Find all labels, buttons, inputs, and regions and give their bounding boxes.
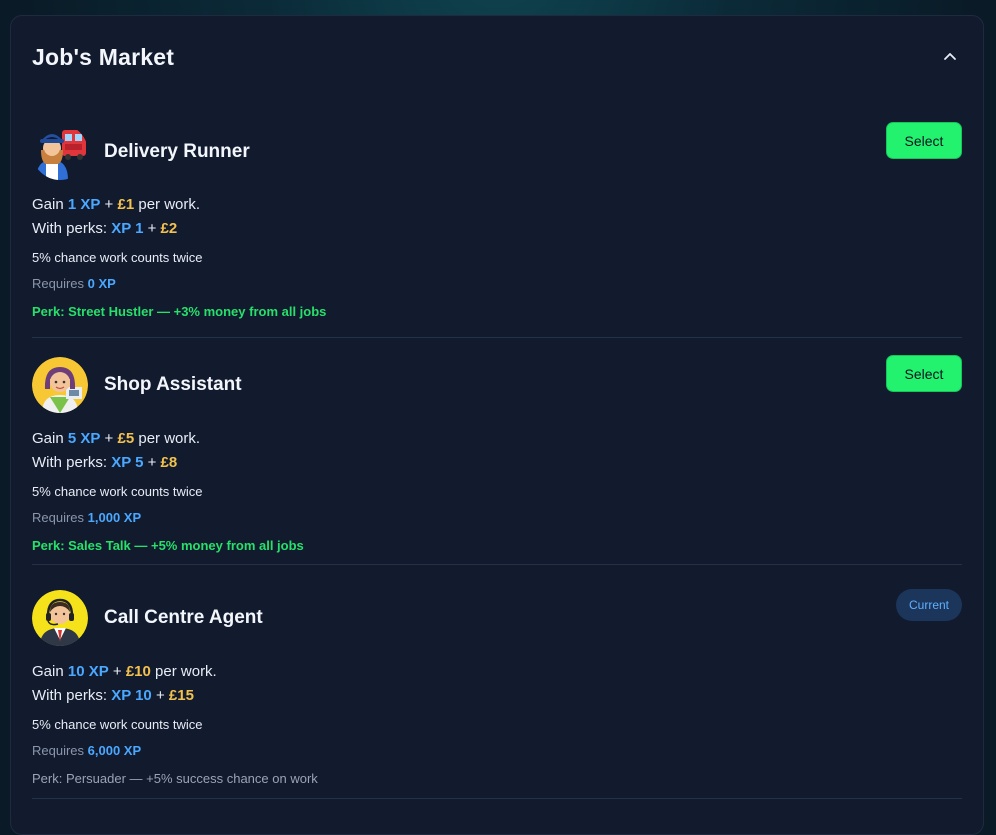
job-title: Delivery Runner (104, 141, 250, 162)
perks-xp: XP 10 (111, 687, 152, 704)
requires-label: Requires (32, 743, 88, 758)
gain-xp: 1 XP (67, 196, 101, 213)
gain-suffix: per work. (134, 430, 201, 447)
perks-money: £15 (168, 687, 194, 704)
perks-label: With perks: (32, 220, 112, 237)
gain-money: £5 (117, 430, 135, 447)
jobs-market-panel: Job's Market Delivery Runner Select Gain… (10, 15, 984, 835)
plus-sign: + (100, 196, 118, 213)
gain-line: Gain 10 XP + £10 per work. (32, 663, 217, 680)
perks-money: £8 (160, 454, 178, 471)
requirement-line: Requires 0 XP (32, 276, 116, 291)
current-badge: Current (896, 589, 962, 621)
perk-text: Perk: Persuader — +5% success chance on … (32, 771, 318, 786)
gain-xp: 10 XP (67, 663, 109, 680)
requires-label: Requires (32, 276, 88, 291)
requires-value: 1,000 XP (87, 510, 142, 525)
job-title: Shop Assistant (104, 374, 242, 395)
delivery-runner-avatar (32, 124, 88, 180)
call-centre-agent-avatar (32, 590, 88, 646)
perks-xp: XP 1 (111, 220, 144, 237)
gain-suffix: per work. (150, 663, 217, 680)
gain-xp: 5 XP (67, 430, 101, 447)
requirement-line: Requires 1,000 XP (32, 510, 141, 525)
gain-line: Gain 5 XP + £5 per work. (32, 430, 200, 447)
job-card-call-centre-agent: Call Centre Agent Current Gain 10 XP + £… (32, 588, 962, 799)
job-header: Shop Assistant (32, 355, 242, 415)
perks-label: With perks: (32, 454, 112, 471)
perks-xp: XP 5 (111, 454, 144, 471)
chevron-up-icon (944, 53, 956, 60)
double-chance-text: 5% chance work counts twice (32, 250, 203, 265)
perks-money: £2 (160, 220, 178, 237)
select-button[interactable]: Select (886, 355, 962, 392)
job-card-delivery-runner: Delivery Runner Select Gain 1 XP + £1 pe… (32, 122, 962, 338)
gain-label: Gain (32, 430, 68, 447)
perk-text: Perk: Street Hustler — +3% money from al… (32, 304, 327, 319)
perks-line: With perks: XP 1 + £2 (32, 220, 177, 237)
requires-label: Requires (32, 510, 88, 525)
job-header: Delivery Runner (32, 122, 250, 182)
gain-label: Gain (32, 663, 68, 680)
plus-sign: + (143, 454, 161, 471)
perk-text: Perk: Sales Talk — +5% money from all jo… (32, 538, 304, 553)
gain-money: £10 (125, 663, 151, 680)
collapse-button[interactable] (938, 45, 962, 69)
requires-value: 0 XP (87, 276, 116, 291)
select-button[interactable]: Select (886, 122, 962, 159)
double-chance-text: 5% chance work counts twice (32, 717, 203, 732)
perks-label: With perks: (32, 687, 112, 704)
plus-sign: + (151, 687, 169, 704)
gain-suffix: per work. (134, 196, 201, 213)
job-header: Call Centre Agent (32, 588, 263, 648)
gain-line: Gain 1 XP + £1 per work. (32, 196, 200, 213)
requirement-line: Requires 6,000 XP (32, 743, 141, 758)
plus-sign: + (100, 430, 118, 447)
perks-line: With perks: XP 5 + £8 (32, 454, 177, 471)
job-card-shop-assistant: Shop Assistant Select Gain 5 XP + £5 per… (32, 355, 962, 565)
panel-title: Job's Market (32, 43, 175, 70)
shop-assistant-avatar (32, 357, 88, 413)
perks-line: With perks: XP 10 + £15 (32, 687, 194, 704)
requires-value: 6,000 XP (87, 743, 142, 758)
gain-money: £1 (117, 196, 135, 213)
job-title: Call Centre Agent (104, 607, 263, 628)
plus-sign: + (143, 220, 161, 237)
gain-label: Gain (32, 196, 68, 213)
panel-header: Job's Market (32, 42, 962, 72)
plus-sign: + (108, 663, 126, 680)
double-chance-text: 5% chance work counts twice (32, 484, 203, 499)
